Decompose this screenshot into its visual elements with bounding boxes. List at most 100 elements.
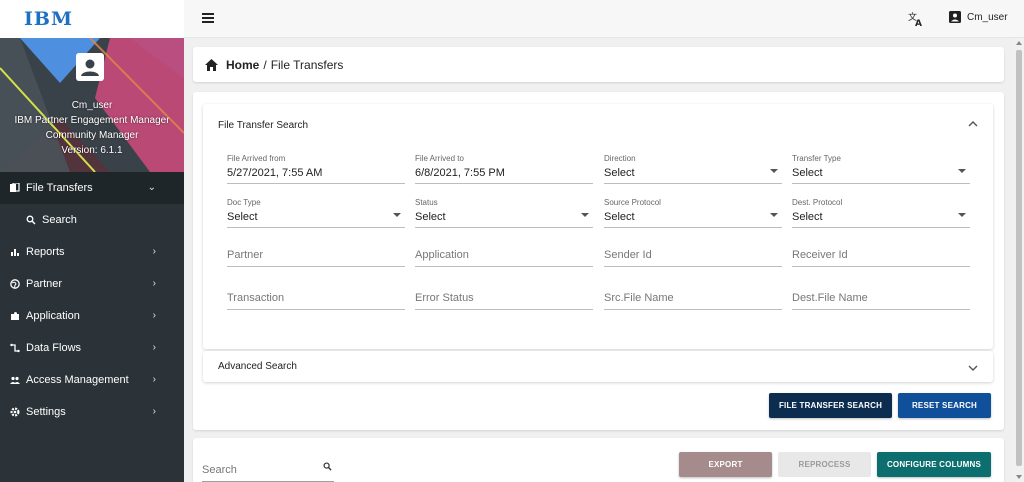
field-placeholder: Receiver Id bbox=[792, 249, 848, 261]
sidebar-item-label: Settings bbox=[26, 406, 66, 418]
puzzle-icon bbox=[10, 311, 20, 321]
field-label: Dest. Protocol bbox=[792, 198, 843, 207]
field-value: Select bbox=[604, 211, 635, 223]
data-flow-icon bbox=[10, 343, 20, 353]
dest-protocol-select[interactable]: Dest. Protocol Select bbox=[792, 198, 970, 228]
logo-bar: IBM bbox=[0, 0, 184, 38]
results-search-input[interactable]: Search bbox=[202, 460, 334, 482]
field-placeholder: Error Status bbox=[415, 292, 474, 304]
chevron-down-icon: ⌄ bbox=[147, 182, 156, 193]
transaction-input[interactable]: Transaction bbox=[227, 292, 405, 310]
ibm-logo[interactable]: IBM bbox=[24, 8, 73, 30]
arrived-from-field[interactable]: File Arrived from 5/27/2021, 7:55 AM bbox=[227, 154, 405, 184]
panel-title[interactable]: File Transfer Search bbox=[218, 120, 308, 131]
field-label: Transfer Type bbox=[792, 154, 841, 163]
status-select[interactable]: Status Select bbox=[415, 198, 593, 228]
search-icon bbox=[323, 462, 332, 471]
src-file-name-input[interactable]: Src.File Name bbox=[604, 292, 782, 310]
receiver-id-input[interactable]: Receiver Id bbox=[792, 249, 970, 267]
field-placeholder: Partner bbox=[227, 249, 264, 261]
field-label: File Arrived from bbox=[227, 154, 286, 163]
dropdown-arrow-icon bbox=[770, 169, 778, 173]
sidebar-item-label: File Transfers bbox=[26, 182, 93, 194]
sidebar-item-data-flows[interactable]: Data Flows › bbox=[0, 332, 184, 364]
scroll-thumb[interactable] bbox=[1016, 50, 1022, 466]
gear-icon bbox=[10, 407, 20, 417]
page-scrollbar[interactable] bbox=[1014, 38, 1024, 482]
sidebar-item-reports[interactable]: Reports › bbox=[0, 236, 184, 268]
configure-columns-button[interactable]: CONFIGURE COLUMNS bbox=[877, 452, 991, 477]
field-value: Select bbox=[604, 167, 635, 179]
scroll-down-arrow-icon[interactable] bbox=[1016, 475, 1022, 479]
field-label: Status bbox=[415, 198, 438, 207]
sidebar-item-application[interactable]: Application › bbox=[0, 300, 184, 332]
error-status-input[interactable]: Error Status bbox=[415, 292, 593, 310]
breadcrumb-current: File Transfers bbox=[270, 57, 344, 72]
file-copy-icon bbox=[10, 183, 20, 193]
doc-type-select[interactable]: Doc Type Select bbox=[227, 198, 405, 228]
field-value: 6/8/2021, 7:55 PM bbox=[415, 167, 505, 179]
field-label: Direction bbox=[604, 154, 636, 163]
reset-search-button[interactable]: RESET SEARCH bbox=[898, 393, 991, 418]
globe-icon bbox=[10, 279, 20, 289]
translate-icon[interactable]: 文 A bbox=[908, 11, 924, 27]
breadcrumb-home[interactable]: Home bbox=[226, 58, 259, 72]
results-card: Search EXPORT REPROCESS CONFIGURE COLUMN… bbox=[193, 438, 1004, 482]
hamburger-menu-icon[interactable] bbox=[202, 13, 214, 23]
profile-panel: Cm_user IBM Partner Engagement Manager C… bbox=[0, 38, 184, 172]
field-label: Doc Type bbox=[227, 198, 261, 207]
scroll-up-arrow-icon[interactable] bbox=[1016, 41, 1022, 45]
field-value: Select bbox=[415, 211, 446, 223]
sidebar-item-file-transfers[interactable]: File Transfers ⌄ bbox=[0, 172, 184, 204]
field-value: Select bbox=[792, 211, 823, 223]
chevron-right-icon: › bbox=[152, 246, 156, 257]
advanced-search-title: Advanced Search bbox=[218, 361, 297, 372]
sidebar-item-search[interactable]: Search bbox=[0, 204, 184, 236]
transfer-type-select[interactable]: Transfer Type Select bbox=[792, 154, 970, 184]
search-card: File Transfer Search File Arrived from 5… bbox=[193, 92, 1004, 430]
field-label: Source Protocol bbox=[604, 198, 661, 207]
partner-input[interactable]: Partner bbox=[227, 249, 405, 267]
search-icon bbox=[26, 215, 36, 225]
chevron-up-icon[interactable] bbox=[968, 119, 978, 129]
profile-info: Cm_user IBM Partner Engagement Manager C… bbox=[0, 98, 184, 158]
chevron-right-icon: › bbox=[152, 310, 156, 321]
sender-id-input[interactable]: Sender Id bbox=[604, 249, 782, 267]
breadcrumb-separator: / bbox=[263, 57, 267, 72]
sidebar-item-partner[interactable]: Partner › bbox=[0, 268, 184, 300]
field-placeholder: Transaction bbox=[227, 292, 285, 304]
dropdown-arrow-icon bbox=[958, 169, 966, 173]
breadcrumb: Home / File Transfers bbox=[193, 47, 1004, 82]
arrived-to-field[interactable]: File Arrived to 6/8/2021, 7:55 PM bbox=[415, 154, 593, 184]
sidebar-item-access-management[interactable]: Access Management › bbox=[0, 364, 184, 396]
chevron-right-icon: › bbox=[152, 406, 156, 417]
bar-chart-icon bbox=[10, 247, 20, 257]
chevron-right-icon: › bbox=[152, 278, 156, 289]
account-box-icon bbox=[76, 53, 104, 81]
export-button[interactable]: EXPORT bbox=[679, 452, 772, 477]
profile-role: Community Manager bbox=[45, 130, 139, 141]
top-bar: 文 A Cm_user bbox=[184, 0, 1024, 38]
dest-file-name-input[interactable]: Dest.File Name bbox=[792, 292, 970, 310]
dropdown-arrow-icon bbox=[581, 213, 589, 217]
direction-select[interactable]: Direction Select bbox=[604, 154, 782, 184]
reprocess-button[interactable]: REPROCESS bbox=[778, 452, 871, 477]
dropdown-arrow-icon bbox=[393, 213, 401, 217]
account-box-icon bbox=[949, 11, 961, 23]
svg-text:A: A bbox=[915, 19, 922, 27]
field-placeholder: Src.File Name bbox=[604, 292, 674, 304]
field-value: Select bbox=[227, 211, 258, 223]
user-menu[interactable]: Cm_user bbox=[949, 11, 1008, 23]
sidebar: IBM Cm_user IBM Partner Engagement Manag… bbox=[0, 0, 184, 482]
application-input[interactable]: Application bbox=[415, 249, 593, 267]
source-protocol-select[interactable]: Source Protocol Select bbox=[604, 198, 782, 228]
advanced-search-panel[interactable]: Advanced Search bbox=[203, 351, 993, 382]
chevron-right-icon: › bbox=[152, 374, 156, 385]
home-icon[interactable] bbox=[205, 58, 218, 71]
dropdown-arrow-icon bbox=[958, 213, 966, 217]
field-value: 5/27/2021, 7:55 AM bbox=[227, 167, 323, 179]
profile-product: IBM Partner Engagement Manager bbox=[14, 115, 170, 126]
file-transfer-search-button[interactable]: FILE TRANSFER SEARCH bbox=[769, 393, 892, 418]
sidebar-item-settings[interactable]: Settings › bbox=[0, 396, 184, 428]
dropdown-arrow-icon bbox=[770, 213, 778, 217]
